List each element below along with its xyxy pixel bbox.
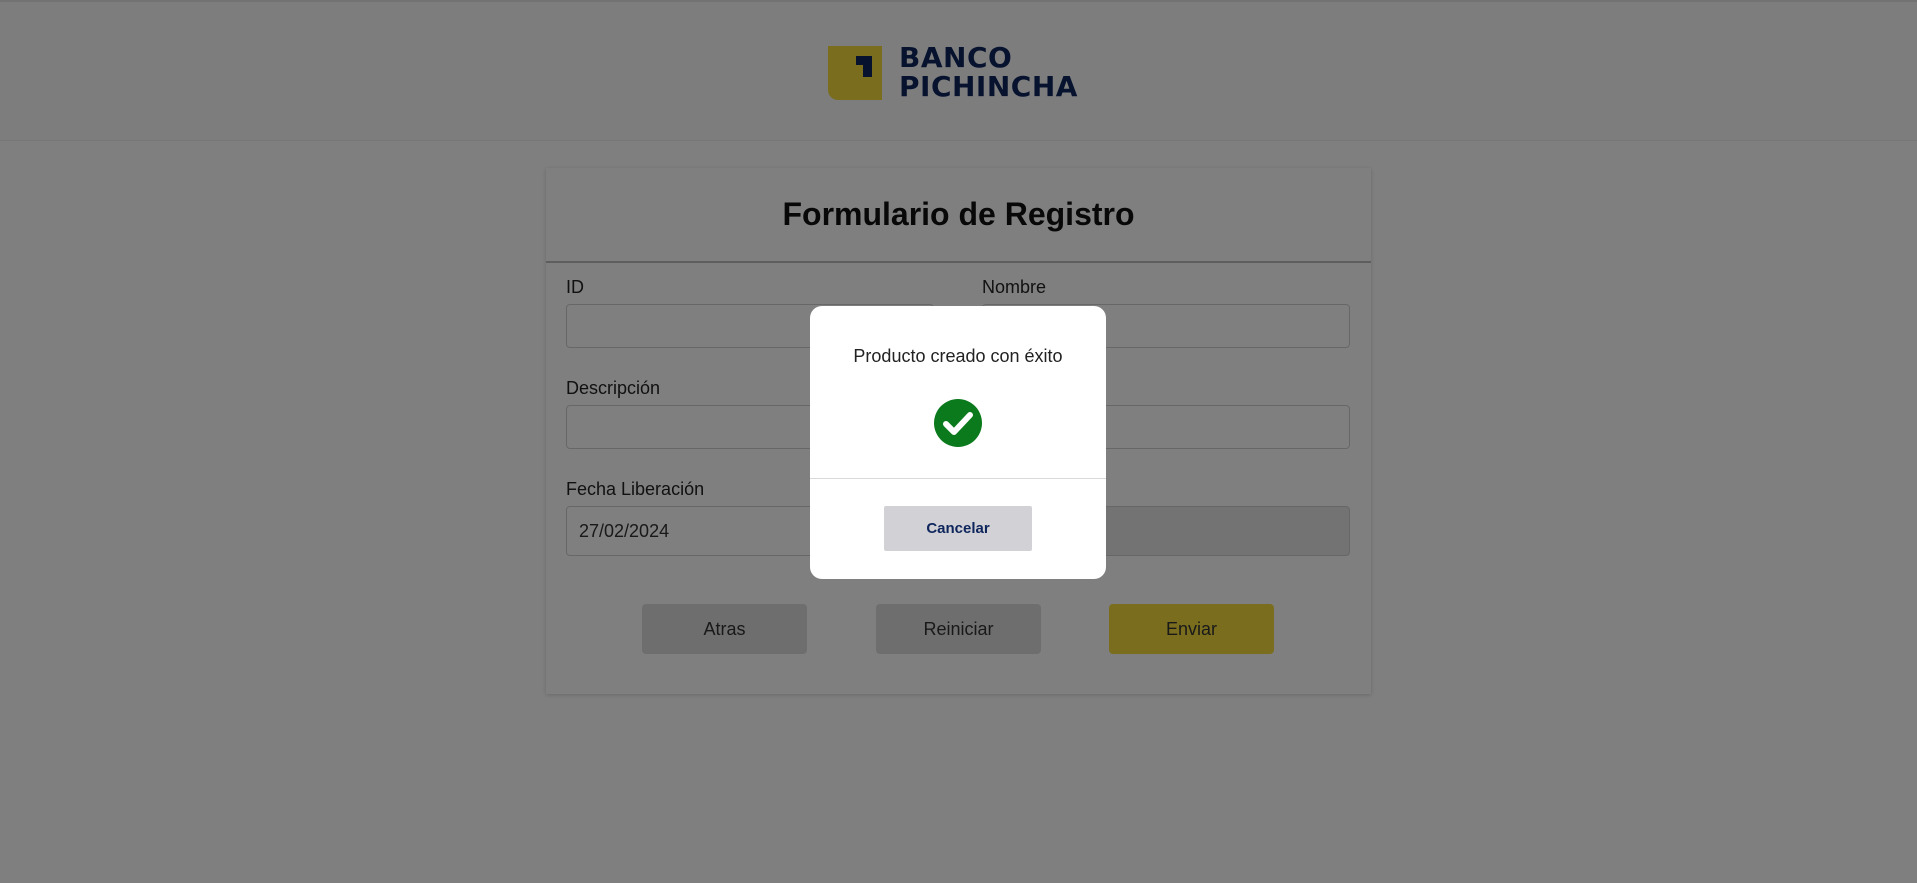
cancel-button[interactable]: Cancelar bbox=[884, 506, 1032, 551]
success-dialog: Producto creado con éxito Cancelar bbox=[810, 306, 1106, 579]
success-message: Producto creado con éxito bbox=[853, 346, 1063, 366]
dialog-divider bbox=[810, 478, 1106, 479]
check-circle-icon bbox=[934, 399, 982, 447]
page: BANCO PICHINCHA Formulario de Registro I… bbox=[0, 0, 1917, 883]
